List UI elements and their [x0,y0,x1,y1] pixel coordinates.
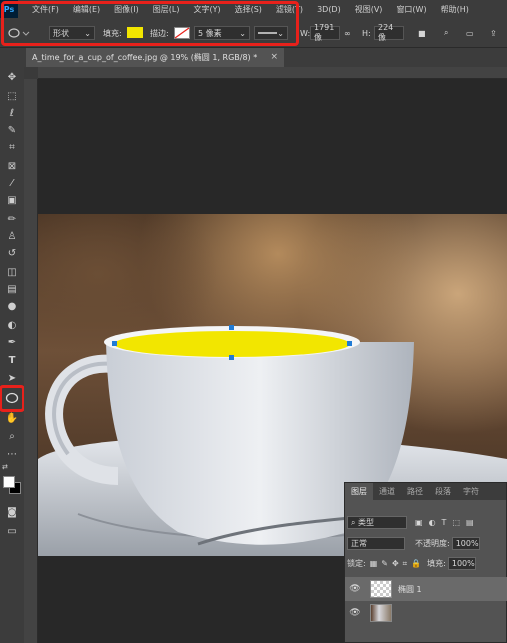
tab-character[interactable]: 字符 [457,483,485,500]
filter-pixel-icon[interactable]: ▣ [415,518,423,527]
quick-select-icon[interactable]: ✎ [4,122,20,138]
workspace-icon[interactable]: ▭ [466,26,474,40]
layer-filter-row: ⌕ 类型 ▣ ◐ T ⬚ ▤ [345,516,507,529]
layer-row-ellipse[interactable]: 👁 椭圆 1 [345,577,507,601]
path-operations-icon[interactable]: ■ [418,26,426,40]
height-label: H: [362,28,371,38]
frame-icon[interactable]: ⊠ [4,158,20,174]
share-icon[interactable]: ⇪ [490,26,497,40]
lasso-icon[interactable]: ℓ [4,105,20,121]
tab-channels[interactable]: 通道 [373,483,401,500]
width-value: 1791 像 [314,23,335,42]
layer-name[interactable]: 椭圆 1 [398,584,422,595]
layers-panel: 图层 通道 路径 段落 字符 ⌕ 类型 ▣ ◐ T ⬚ ▤ 正常 不透明度: 1… [344,482,507,643]
ruler-corner [24,67,38,79]
blend-mode-dropdown[interactable]: 正常 [347,537,405,550]
stamp-icon[interactable]: ♙ [4,228,20,244]
lock-artboard-icon[interactable]: ⌗ [403,559,408,569]
layer-filter-dropdown[interactable]: ⌕ 类型 [347,516,407,529]
close-icon[interactable]: × [270,52,278,62]
vertical-ruler [24,67,38,643]
height-value: 224 像 [378,23,394,42]
visibility-eye-icon[interactable]: 👁 [348,608,362,618]
lock-pixels-icon[interactable]: ✎ [381,559,388,568]
layer-thumbnail [370,580,392,598]
layer-row-background[interactable]: 👁 [345,601,507,625]
visibility-eye-icon[interactable]: 👁 [348,584,362,594]
highlight-ellipse-tool [0,385,25,412]
zoom-icon[interactable]: ⌕ [4,428,20,444]
healing-icon[interactable]: ▣ [4,192,20,208]
width-label: W: [300,28,311,38]
marquee-icon[interactable]: ⬚ [4,88,20,104]
width-input[interactable]: 1791 像 [310,23,340,42]
anchor-point-bottom[interactable] [229,355,234,360]
lock-transparent-icon[interactable]: ▦ [370,559,378,568]
menu-help[interactable]: 帮助(H) [441,4,469,15]
tools-panel: ✥ ⬚ ℓ ✎ ⌗ ⊠ ⁄ ▣ ✏ ♙ ↺ ◫ ▤ ● ◐ ✒ T ➤ ✋ ⌕ … [0,67,25,643]
fill-label: 填充: [427,559,446,568]
brush-icon[interactable]: ✏ [4,211,20,227]
eyedropper-icon[interactable]: ⁄ [4,175,20,191]
crop-icon[interactable]: ⌗ [4,139,20,155]
type-icon[interactable]: T [4,352,20,368]
search-icon: ⌕ [351,517,359,527]
filter-adjustment-icon[interactable]: ◐ [429,518,436,527]
menu-view[interactable]: 视图(V) [355,4,383,15]
quick-mask-icon[interactable]: ◙ [4,504,20,520]
blend-mode-value: 正常 [351,539,367,548]
tab-layers[interactable]: 图层 [345,483,373,500]
filter-type-icon[interactable]: T [442,518,447,527]
filter-smart-object-icon[interactable]: ▤ [466,518,474,527]
layer-filter-value: 类型 [358,518,375,527]
swap-colors-icon[interactable]: ⇄ [2,463,10,471]
document-tab[interactable]: A_time_for_a_cup_of_coffee.jpg @ 19% (椭圆… [26,48,284,67]
path-select-icon[interactable]: ➤ [4,370,20,386]
hand-icon[interactable]: ✋ [4,410,20,426]
document-tab-title: A_time_for_a_cup_of_coffee.jpg @ 19% (椭圆… [32,53,258,62]
anchor-point-top[interactable] [229,325,234,330]
blur-icon[interactable]: ● [4,298,20,314]
dodge-icon[interactable]: ◐ [4,317,20,333]
filter-shape-icon[interactable]: ⬚ [452,518,460,527]
lock-all-icon[interactable]: 🔒 [411,559,421,568]
menu-window[interactable]: 窗口(W) [396,4,426,15]
opacity-value: 100% [455,539,479,548]
fill-input[interactable]: 100% [447,557,476,570]
horizontal-ruler [38,67,507,79]
tab-paragraph[interactable]: 段落 [429,483,457,500]
lock-position-icon[interactable]: ✥ [392,559,399,568]
link-icon[interactable]: ∞ [344,26,351,40]
fill-value: 100% [451,559,475,568]
lock-fill-row: 锁定: ▦ ✎ ✥ ⌗ 🔒 填充: 100% [345,557,507,570]
opacity-input[interactable]: 100% [451,537,480,550]
menu-3d[interactable]: 3D(D) [317,5,341,14]
options-bar: 形状 ⌄ 填充: 描边: 5 像素 ⌄ ⌄ W: 1791 像 ∞ H: 224… [0,1,507,48]
more-icon[interactable]: ⋯ [4,446,20,462]
document-tab-bar: A_time_for_a_cup_of_coffee.jpg @ 19% (椭圆… [0,48,507,67]
opacity-label: 不透明度: [415,539,450,548]
tab-paths[interactable]: 路径 [401,483,429,500]
anchor-point-right[interactable] [347,341,352,346]
pen-icon[interactable]: ✒ [4,334,20,350]
layers-panel-tabs: 图层 通道 路径 段落 字符 [345,483,506,500]
screen-mode-icon[interactable]: ▭ [4,523,20,539]
lock-label: 锁定: [347,559,366,568]
anchor-point-left[interactable] [112,341,117,346]
yellow-ellipse-shape[interactable] [114,331,350,357]
search-icon[interactable]: ⌕ [444,26,448,40]
gradient-icon[interactable]: ▤ [4,281,20,297]
foreground-color[interactable] [3,476,15,488]
history-brush-icon[interactable]: ↺ [4,245,20,261]
layer-thumbnail [370,604,392,622]
move-icon[interactable]: ✥ [4,69,20,85]
highlight-options-box [1,1,299,46]
height-input[interactable]: 224 像 [374,23,404,42]
eraser-icon[interactable]: ◫ [4,264,20,280]
blend-opacity-row: 正常 不透明度: 100% [345,537,507,550]
